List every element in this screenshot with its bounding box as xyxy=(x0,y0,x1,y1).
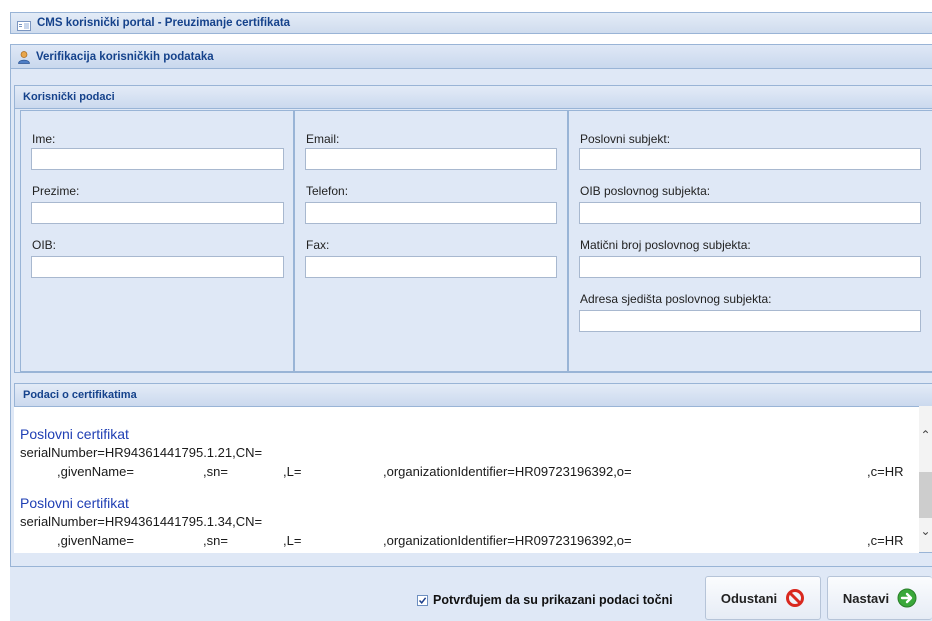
chevron-down-icon[interactable]: ⌄ xyxy=(919,524,932,538)
window-title-bar: CMS korisnički portal - Preuzimanje cert… xyxy=(10,12,932,34)
window-title: CMS korisnički portal - Preuzimanje cert… xyxy=(37,17,291,29)
user-icon xyxy=(17,50,31,64)
certificate-given-name: ,givenName= xyxy=(57,533,134,548)
certificate-country: ,c=HR xyxy=(867,533,904,548)
company-oib-label: OIB poslovnog subjekta: xyxy=(580,184,711,198)
next-button-label: Nastavi xyxy=(842,590,890,606)
certificate-serial: serialNumber=HR94361441795.1.21,CN= xyxy=(20,445,263,460)
section-header: Verifikacija korisničkih podataka xyxy=(10,44,932,69)
certificates-title: Podaci o certifikatima xyxy=(15,384,932,407)
company-label: Poslovni subjekt: xyxy=(580,132,671,146)
first-name-input[interactable] xyxy=(31,148,284,170)
certificate-title[interactable]: Poslovni certifikat xyxy=(20,495,129,511)
email-label: Email: xyxy=(306,132,340,146)
oib-label: OIB: xyxy=(32,238,57,252)
scrollbar-thumb[interactable] xyxy=(919,472,932,518)
company-input[interactable] xyxy=(579,148,921,170)
certificate-country: ,c=HR xyxy=(867,464,904,479)
confirm-checkbox[interactable] xyxy=(417,594,428,606)
oib-input[interactable] xyxy=(31,256,284,278)
certificate-org: ,organizationIdentifier=HR09723196392,o= xyxy=(383,533,632,548)
registration-number-input[interactable] xyxy=(579,256,921,278)
certificate-sn: ,sn= xyxy=(203,464,228,479)
email-input[interactable] xyxy=(305,148,557,170)
certificate-locality: ,L= xyxy=(283,533,302,548)
certificate-title[interactable]: Poslovni certifikat xyxy=(20,426,129,442)
certificate-org: ,organizationIdentifier=HR09723196392,o= xyxy=(383,464,632,479)
cancel-button[interactable]: Odustani xyxy=(705,576,821,620)
confirm-checkbox-row[interactable]: Potvrđujem da su prikazani podaci točni xyxy=(417,593,673,607)
certificate-sn: ,sn= xyxy=(203,533,228,548)
certificates-scrollbar[interactable]: ⌃ ⌄ xyxy=(919,406,932,552)
certificate-serial: serialNumber=HR94361441795.1.34,CN= xyxy=(20,514,263,529)
certificate-locality: ,L= xyxy=(283,464,302,479)
fax-input[interactable] xyxy=(305,256,557,278)
phone-input[interactable] xyxy=(305,202,557,224)
company-address-input[interactable] xyxy=(579,310,921,332)
phone-label: Telefon: xyxy=(306,184,349,198)
last-name-input[interactable] xyxy=(31,202,284,224)
confirm-checkbox-label: Potvrđujem da su prikazani podaci točni xyxy=(433,593,673,607)
company-address-label: Adresa sjedišta poslovnog subjekta: xyxy=(580,292,772,306)
section-title: Verifikacija korisničkih podataka xyxy=(36,50,214,63)
last-name-label: Prezime: xyxy=(32,184,80,198)
chevron-up-icon[interactable]: ⌃ xyxy=(919,428,932,442)
fax-label: Fax: xyxy=(306,238,330,252)
window-icon xyxy=(17,18,31,31)
registration-number-label: Matični broj poslovnog subjekta: xyxy=(580,238,751,252)
certificates-list xyxy=(14,406,919,553)
certificate-given-name: ,givenName= xyxy=(57,464,134,479)
cancel-button-label: Odustani xyxy=(720,590,778,606)
next-button[interactable]: Nastavi xyxy=(827,576,932,620)
user-data-title: Korisnički podaci xyxy=(15,86,932,109)
company-oib-input[interactable] xyxy=(579,202,921,224)
first-name-label: Ime: xyxy=(32,132,56,146)
no-entry-icon xyxy=(785,588,805,608)
arrow-right-icon xyxy=(897,588,917,608)
